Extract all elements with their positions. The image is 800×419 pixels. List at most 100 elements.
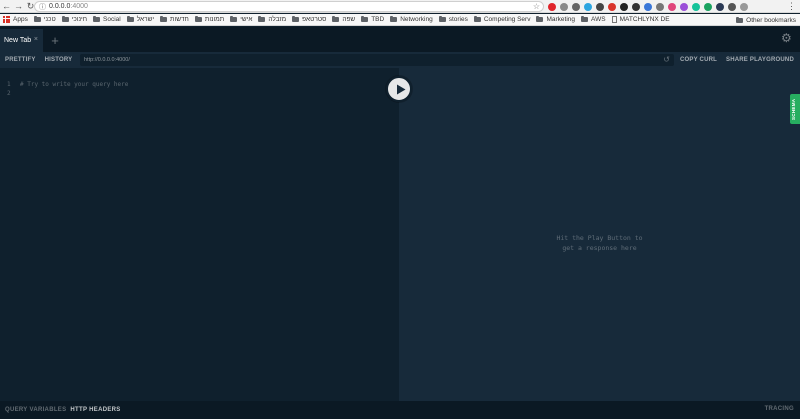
ext-gray-icon[interactable]	[560, 2, 568, 11]
endpoint-input[interactable]: http://0.0.0.0:4000/ ↺	[80, 54, 674, 66]
bookmark-apps[interactable]: Apps	[0, 16, 28, 23]
bookmark-folder[interactable]: Social	[93, 16, 121, 23]
bookmark-folder[interactable]: MATCHLYNX DE	[611, 16, 670, 23]
folder-icon	[126, 16, 134, 22]
folder-icon	[230, 16, 238, 22]
bookmark-folder[interactable]: שפה	[332, 16, 355, 23]
bookmark-folder[interactable]: טכני	[33, 16, 56, 23]
bookmark-folder[interactable]: Networking	[390, 16, 433, 23]
ext-gray2-icon[interactable]	[656, 2, 664, 11]
bookmark-label: סטרטאפ	[302, 16, 327, 23]
tab-new[interactable]: New Tab ×	[0, 29, 43, 52]
ext-gray3-icon[interactable]	[740, 2, 748, 11]
bookmark-label: מזבלה	[268, 16, 287, 23]
address-bar[interactable]: ⓘ 0.0.0.0:4000 ☆	[34, 1, 544, 12]
tracing-tab[interactable]: TRACING	[765, 406, 794, 412]
bookmark-label: TBD	[371, 16, 385, 23]
bookmark-label: stories	[448, 16, 468, 23]
settings-gear-icon[interactable]: ⚙	[781, 32, 793, 44]
bookmark-folder[interactable]: Competing Serv	[473, 16, 531, 23]
playground-tabbar: New Tab × + ⚙	[0, 27, 800, 52]
bookmark-label: Competing Serv	[483, 16, 531, 23]
other-bookmarks-label: Other bookmarks	[746, 16, 796, 24]
folder-icon	[160, 16, 168, 22]
schema-tab[interactable]: SCHEMA	[790, 94, 800, 124]
bookmark-folder[interactable]: חינוכי	[61, 16, 87, 23]
telegram-icon[interactable]	[584, 2, 592, 11]
http-headers-tab[interactable]: HTTP HEADERS	[66, 407, 120, 413]
bookmark-label: Marketing	[546, 16, 576, 23]
play-button[interactable]	[386, 76, 412, 102]
ext-purple-icon[interactable]	[680, 2, 688, 11]
ext-navy-icon[interactable]	[716, 2, 724, 11]
folder-icon	[258, 16, 266, 22]
bookmark-label: אישי	[240, 16, 253, 23]
bookmark-label: תמונות	[204, 16, 225, 23]
ext-dark-icon[interactable]	[596, 2, 604, 11]
apps-grid-icon	[3, 16, 10, 23]
folder-icon	[390, 16, 398, 22]
forward-arrow-icon[interactable]: →	[13, 1, 24, 12]
address-url[interactable]: 0.0.0.0:4000	[49, 3, 88, 10]
url-port: :4000	[70, 3, 88, 10]
add-tab-button[interactable]: +	[48, 31, 62, 50]
tab-title: New Tab	[4, 37, 32, 44]
bookmark-label: שפה	[342, 16, 356, 23]
bookmark-folder[interactable]: TBD	[361, 16, 384, 23]
copy-curl-button[interactable]: COPY CURL	[676, 54, 721, 66]
ext-black-icon[interactable]	[620, 2, 628, 11]
bookmark-folder[interactable]: מזבלה	[258, 16, 286, 23]
other-bookmarks[interactable]: Other bookmarks	[736, 14, 796, 25]
query-variables-tab[interactable]: QUERY VARIABLES	[0, 407, 66, 413]
bookmark-folder[interactable]: תמונות	[194, 16, 225, 23]
bookmark-folder[interactable]: אישי	[230, 16, 252, 23]
folder-icon	[292, 16, 300, 22]
ext-blue-icon[interactable]	[644, 2, 652, 11]
bookmark-folder[interactable]: AWS	[581, 16, 606, 23]
ext-red-icon[interactable]	[608, 2, 616, 11]
ext-link-icon[interactable]	[728, 2, 736, 11]
folder-icon	[473, 16, 481, 22]
bottom-bar: QUERY VARIABLES HTTP HEADERS TRACING	[0, 401, 800, 419]
bookmark-label: AWS	[591, 16, 606, 23]
bookmark-label: חינוכי	[71, 16, 87, 23]
extensions-row	[548, 2, 748, 11]
bookmark-label: טכני	[43, 16, 56, 23]
bookmark-apps-label: Apps	[13, 16, 28, 23]
folder-icon	[93, 16, 100, 22]
share-playground-button[interactable]: SHARE PLAYGROUND	[722, 54, 798, 66]
bookmark-folder[interactable]: Marketing	[536, 16, 575, 23]
history-button[interactable]: HISTORY	[41, 54, 77, 66]
info-icon[interactable]: ⓘ	[39, 2, 46, 12]
bookmark-folder[interactable]: stories	[438, 16, 468, 23]
folder-icon	[438, 16, 446, 22]
grammarly-icon[interactable]	[692, 2, 700, 11]
ext-black2-icon[interactable]	[632, 2, 640, 11]
browser-menu-icon[interactable]: ⋮	[787, 0, 796, 13]
line-number: 1	[7, 81, 11, 88]
folder-icon	[736, 16, 744, 23]
bookmark-folder[interactable]: חדשות	[160, 16, 189, 23]
tab-close-icon[interactable]: ×	[34, 36, 38, 43]
ext-gear-icon[interactable]	[572, 2, 580, 11]
bookmark-folder[interactable]: סטרטאפ	[292, 16, 326, 23]
bookmark-folder[interactable]: ישראל	[126, 16, 154, 23]
schema-label: SCHEMA	[791, 98, 796, 120]
ext-green-icon[interactable]	[704, 2, 712, 11]
browser-toolbar: ← → ↻ ⓘ 0.0.0.0:4000 ☆ ⋮	[0, 0, 800, 13]
play-icon	[397, 84, 406, 95]
editor-line-text: # Try to write your query here	[20, 81, 129, 88]
prettify-button[interactable]: PRETTIFY	[1, 54, 40, 66]
bookmark-star-icon[interactable]: ☆	[533, 2, 540, 11]
back-arrow-icon[interactable]: ←	[1, 1, 12, 12]
page-icon	[611, 16, 617, 23]
folder-icon	[361, 16, 369, 22]
query-editor[interactable]: 1 # Try to write your query here 2	[0, 68, 399, 401]
reload-schema-icon[interactable]: ↺	[663, 55, 670, 65]
line-number: 2	[7, 90, 11, 97]
bookmark-label: MATCHLYNX DE	[619, 16, 670, 23]
bookmark-folders: טכני חינוכי Social ישראל חדשות תמונות אישי מזבל…	[33, 16, 676, 23]
ext-pink-icon[interactable]	[668, 2, 676, 11]
folder-icon	[581, 16, 589, 22]
opera-icon[interactable]	[548, 2, 556, 11]
